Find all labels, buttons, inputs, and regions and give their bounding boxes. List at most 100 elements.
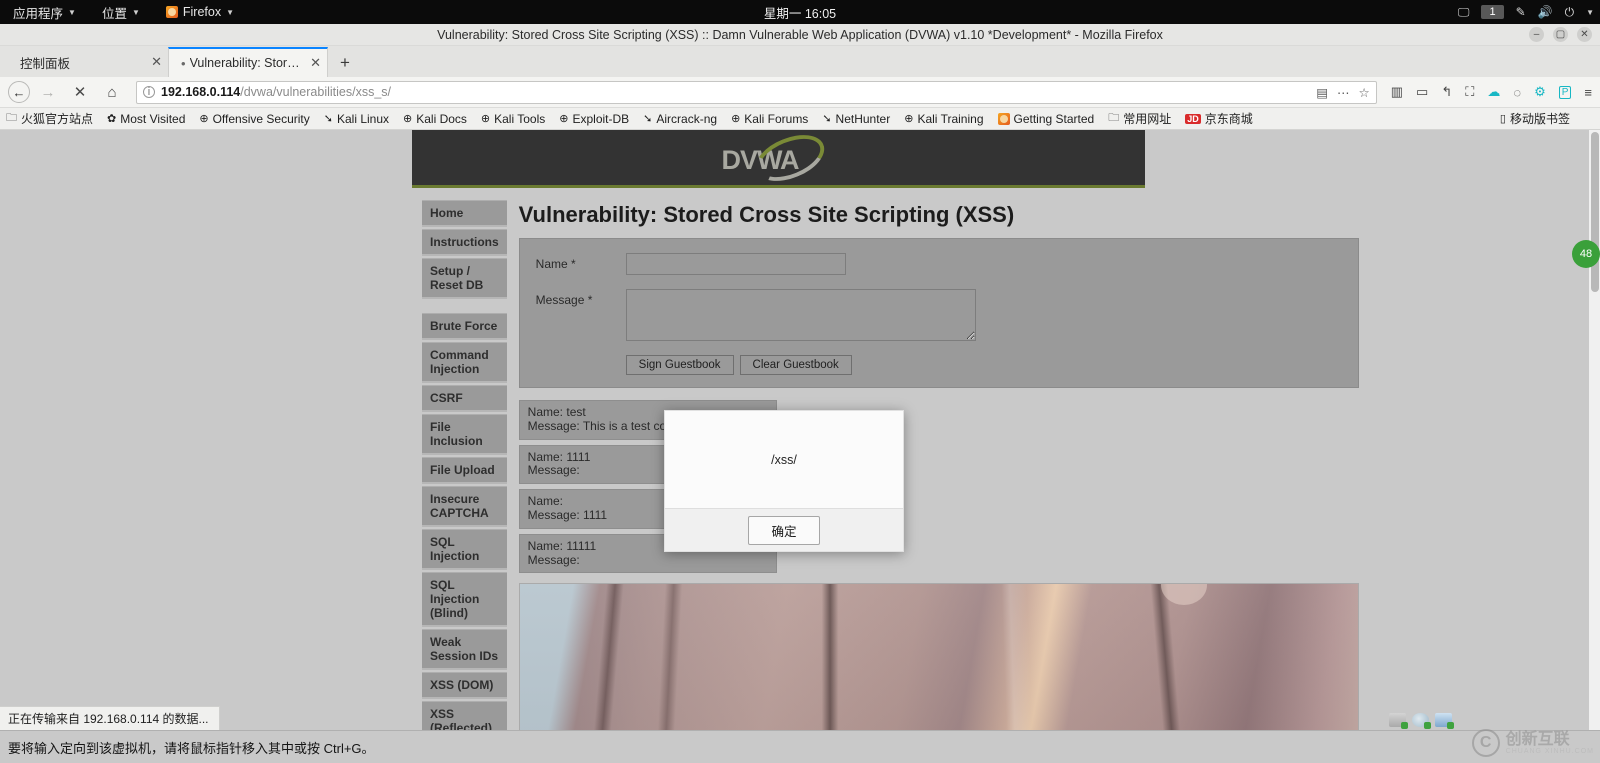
clear-guestbook-button[interactable]: Clear Guestbook bbox=[740, 355, 852, 375]
bookmark-kali-forums[interactable]: ⊕Kali Forums bbox=[731, 112, 808, 126]
browser-toolbar-icons: ▥ ▭ ↰ ⛶ ☁ ◌ ⚙ P ≡ bbox=[1387, 84, 1592, 100]
page-scrollbar[interactable] bbox=[1589, 130, 1600, 730]
site-info-icon[interactable]: i bbox=[143, 86, 155, 98]
ellipsis-icon[interactable]: ⋯ bbox=[1337, 85, 1350, 100]
sidebar-item-sql-injection-blind[interactable]: SQL Injection (Blind) bbox=[422, 572, 507, 627]
bookmark-mobile-bookmarks[interactable]: ▯ 移动版书签 bbox=[1500, 110, 1570, 127]
desktop-tray: 🖵 1 ✎ 🔊 ⏻ ▼ bbox=[1458, 0, 1594, 24]
bookmark-most-visited[interactable]: ✿Most Visited bbox=[107, 112, 185, 126]
gear-icon[interactable]: ⚙ bbox=[1534, 84, 1546, 100]
cloud-icon[interactable]: ☁ bbox=[1487, 84, 1500, 100]
watermark-subtitle: CHUANG XINHU.COM bbox=[1506, 748, 1594, 755]
power-icon[interactable]: ⏻ bbox=[1565, 6, 1575, 18]
close-icon[interactable]: ✕ bbox=[151, 54, 162, 70]
close-button[interactable]: ✕ bbox=[1577, 27, 1592, 42]
sidebar-item-file-inclusion[interactable]: File Inclusion bbox=[422, 414, 507, 455]
sidebar-item-csrf[interactable]: CSRF bbox=[422, 385, 507, 412]
globe-icon: ⊕ bbox=[731, 112, 740, 125]
mobile-icon: ▯ bbox=[1500, 112, 1506, 125]
sidebar-item-brute-force[interactable]: Brute Force bbox=[422, 313, 507, 340]
sidebar-item-instructions[interactable]: Instructions bbox=[422, 229, 507, 256]
notes-icon[interactable]: ≡ bbox=[1584, 85, 1592, 100]
sidebar-item-xss-reflected[interactable]: XSS (Reflected) bbox=[422, 701, 507, 730]
back-button[interactable]: ← bbox=[8, 81, 30, 103]
sidebar-item-weak-session-ids[interactable]: Weak Session IDs bbox=[422, 629, 507, 670]
forward-button[interactable]: → bbox=[34, 80, 62, 104]
disk-icon[interactable] bbox=[1389, 713, 1406, 727]
weather-icon[interactable]: ◌ bbox=[1513, 85, 1521, 100]
vm-hint-text: 要将输入定向到该虚拟机，请将鼠标指针移入其中或按 Ctrl+G。 bbox=[8, 738, 375, 757]
firefox-app-menu[interactable]: Firefox ▼ bbox=[153, 0, 247, 24]
undo-icon[interactable]: ↰ bbox=[1441, 84, 1452, 100]
reader-icon[interactable]: ▤ bbox=[1316, 85, 1328, 100]
crop-icon[interactable]: ⛶ bbox=[1465, 84, 1474, 100]
tab-vulnerability-stored-xss[interactable]: • Vulnerability: Stored Cro ✕ bbox=[168, 47, 328, 77]
sidebar-icon[interactable]: ▭ bbox=[1416, 84, 1428, 100]
library-icon[interactable]: ▥ bbox=[1391, 84, 1403, 100]
applications-menu[interactable]: 应用程序 ▼ bbox=[0, 0, 89, 24]
alert-message: /xss/ bbox=[664, 410, 904, 508]
minimize-button[interactable]: – bbox=[1529, 27, 1544, 42]
url-bar[interactable]: i 192.168.0.114/dvwa/vulnerabilities/xss… bbox=[136, 81, 1377, 104]
watermark-title: 创新互联 bbox=[1506, 732, 1594, 748]
url-text: 192.168.0.114/dvwa/vulnerabilities/xss_s… bbox=[161, 85, 391, 99]
bookmark-kali-docs[interactable]: ⊕Kali Docs bbox=[403, 112, 467, 126]
loading-icon: • bbox=[181, 56, 186, 71]
sidebar-item-sql-injection[interactable]: SQL Injection bbox=[422, 529, 507, 570]
bookmark-firefox-home[interactable]: 🗀火狐官方站点 bbox=[6, 109, 93, 128]
guestbook-form: Name * Message * Sign Guestbook Clear Gu… bbox=[519, 238, 1359, 388]
sidebar-item-home[interactable]: Home bbox=[422, 200, 507, 227]
bookmark-offensive-security[interactable]: ⊕Offensive Security bbox=[199, 112, 309, 126]
bookmark-aircrack-ng[interactable]: ➘Aircrack-ng bbox=[643, 112, 717, 126]
name-input[interactable] bbox=[626, 253, 846, 275]
alert-footer: 确定 bbox=[664, 508, 904, 552]
stop-button[interactable]: ✕ bbox=[66, 80, 94, 104]
bookmark-common-sites[interactable]: 🗀常用网址 bbox=[1108, 109, 1171, 128]
bookmark-label: Kali Tools bbox=[494, 112, 545, 126]
pen-icon[interactable]: ✎ bbox=[1516, 6, 1526, 18]
bookmark-jd-mall[interactable]: JD京东商城 bbox=[1185, 110, 1253, 127]
bookmark-kali-linux[interactable]: ➘Kali Linux bbox=[324, 112, 389, 126]
sign-guestbook-button[interactable]: Sign Guestbook bbox=[626, 355, 734, 375]
sidebar-item-setup-reset-db[interactable]: Setup / Reset DB bbox=[422, 258, 507, 299]
bookmark-exploit-db[interactable]: ⊕Exploit-DB bbox=[559, 112, 629, 126]
disc-icon[interactable] bbox=[1412, 713, 1429, 727]
close-icon[interactable]: ✕ bbox=[310, 55, 321, 71]
places-menu[interactable]: 位置 ▼ bbox=[89, 0, 153, 24]
star-icon[interactable]: ☆ bbox=[1359, 85, 1370, 100]
bookmark-label: Kali Linux bbox=[337, 112, 389, 126]
maximize-button[interactable]: ▢ bbox=[1553, 27, 1568, 42]
extension-badge[interactable]: 48 bbox=[1572, 240, 1600, 268]
message-textarea[interactable] bbox=[626, 289, 976, 341]
sidebar-item-file-upload[interactable]: File Upload bbox=[422, 457, 507, 484]
sidebar-item-command-injection[interactable]: Command Injection bbox=[422, 342, 507, 383]
globe-icon: ⊕ bbox=[559, 112, 568, 125]
chevron-down-icon[interactable]: ▼ bbox=[1586, 8, 1594, 17]
alert-ok-button[interactable]: 确定 bbox=[748, 516, 819, 545]
new-tab-button[interactable]: + bbox=[328, 49, 362, 77]
bookmark-label: Getting Started bbox=[1014, 112, 1095, 126]
window-controls: – ▢ ✕ bbox=[1529, 27, 1592, 42]
sidebar-item-insecure-captcha[interactable]: Insecure CAPTCHA bbox=[422, 486, 507, 527]
sidebar-item-xss-dom[interactable]: XSS (DOM) bbox=[422, 672, 507, 699]
pocket-icon[interactable]: P bbox=[1559, 86, 1572, 99]
home-button[interactable]: ⌂ bbox=[98, 80, 126, 104]
network-icon[interactable] bbox=[1435, 713, 1452, 727]
bookmark-getting-started[interactable]: Getting Started bbox=[998, 112, 1095, 126]
form-buttons: Sign Guestbook Clear Guestbook bbox=[536, 355, 1342, 375]
tab-control-panel[interactable]: 控制面板 ✕ bbox=[8, 47, 168, 77]
bookmark-kali-tools[interactable]: ⊕Kali Tools bbox=[481, 112, 545, 126]
workspace-indicator[interactable]: 1 bbox=[1481, 5, 1503, 19]
scrollbar-thumb[interactable] bbox=[1591, 132, 1599, 292]
guestbook-entries: Name: test Message: This is a test comme… bbox=[519, 400, 1359, 573]
bookmark-kali-training[interactable]: ⊕Kali Training bbox=[904, 112, 983, 126]
volume-icon[interactable]: 🔊 bbox=[1538, 6, 1553, 18]
dragon-icon: ➘ bbox=[822, 112, 831, 125]
firefox-app-label: Firefox bbox=[183, 5, 221, 19]
window-title: Vulnerability: Stored Cross Site Scripti… bbox=[437, 28, 1163, 42]
bookmark-label: Kali Docs bbox=[416, 112, 467, 126]
bookmark-nethunter[interactable]: ➘NetHunter bbox=[822, 112, 890, 126]
bookmarks-toolbar: 🗀火狐官方站点 ✿Most Visited ⊕Offensive Securit… bbox=[0, 108, 1600, 130]
screencast-icon[interactable]: 🖵 bbox=[1458, 6, 1470, 18]
bookmark-label: Offensive Security bbox=[213, 112, 310, 126]
